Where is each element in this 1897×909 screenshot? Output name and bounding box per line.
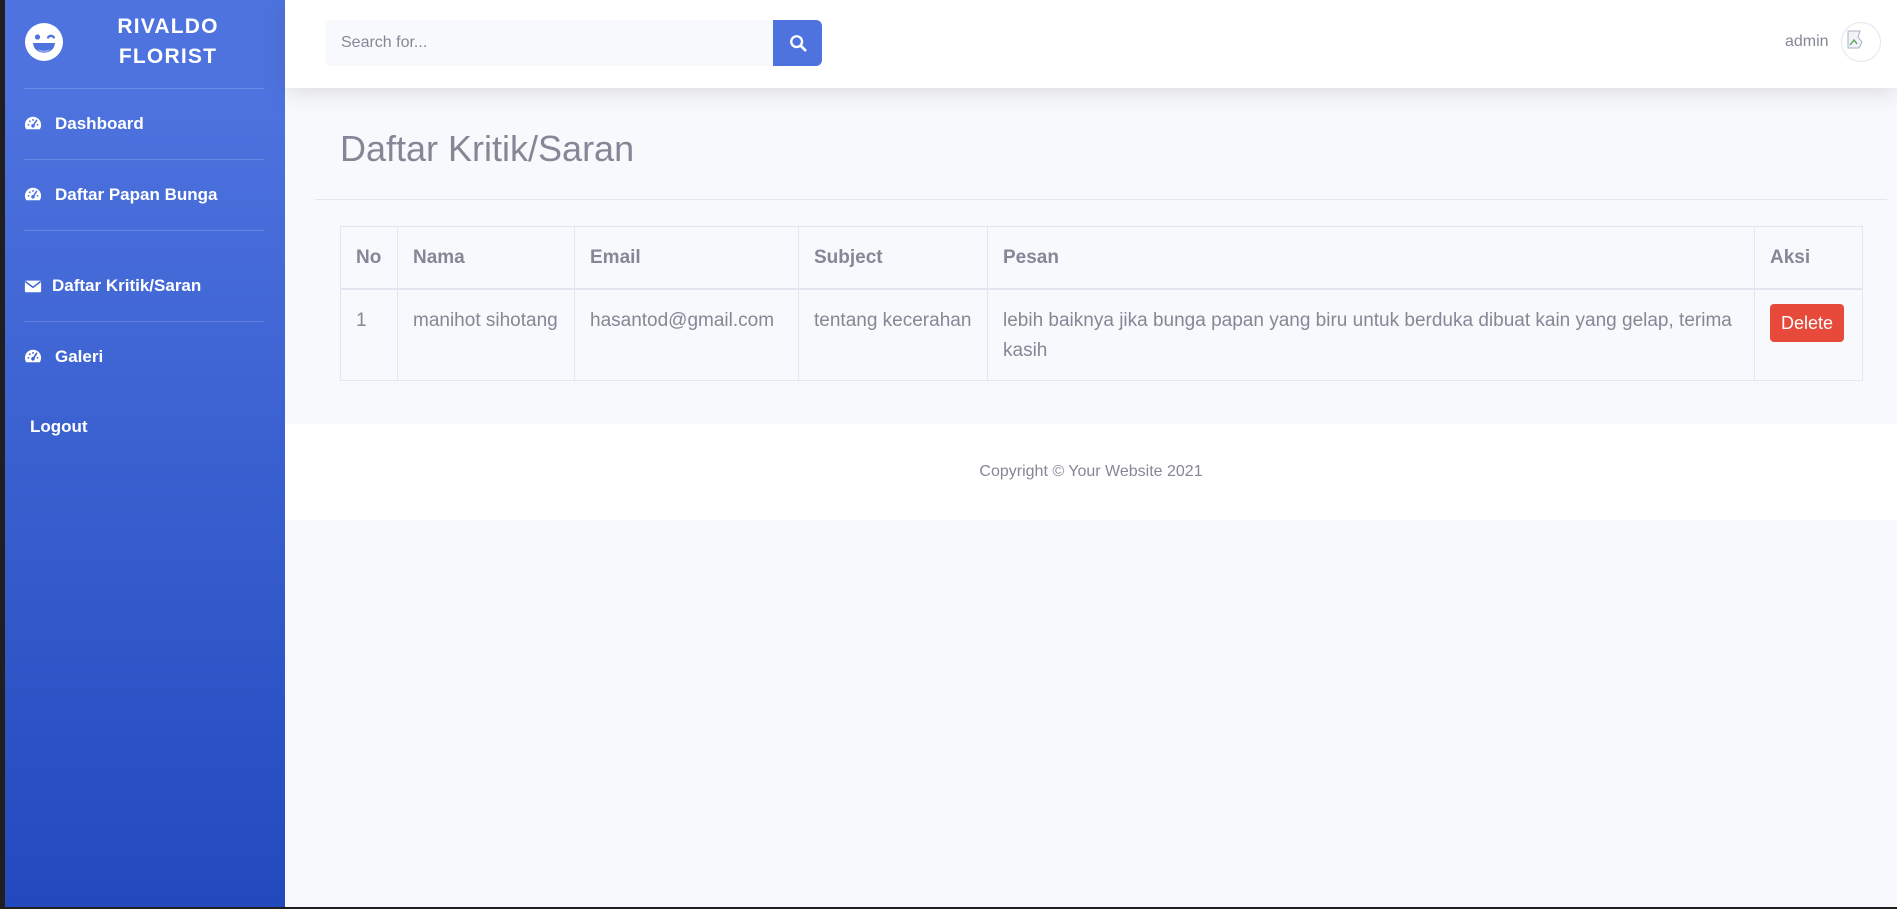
table-header-row: No Nama Email Subject Pesan Aksi xyxy=(340,226,1863,290)
copyright-text: Copyright © Your Website 2021 xyxy=(979,463,1203,480)
sidebar-item-daftar-papan-bunga[interactable]: Daftar Papan Bunga xyxy=(24,183,217,207)
cell-aksi: Delete xyxy=(1754,288,1863,381)
footer: Copyright © Your Website 2021 xyxy=(285,424,1897,520)
sidebar-divider xyxy=(24,321,264,322)
sidebar: RIVALDO FLORIST Dashboard Daftar Papan B… xyxy=(5,0,285,907)
avatar[interactable] xyxy=(1841,22,1881,62)
page-title: Daftar Kritik/Saran xyxy=(340,128,635,169)
sidebar-item-logout[interactable]: Logout xyxy=(30,415,88,439)
search-input[interactable] xyxy=(325,20,773,66)
search-button[interactable] xyxy=(773,20,822,66)
title-divider xyxy=(315,199,1887,200)
topbar: admin xyxy=(285,0,1897,88)
column-header-email: Email xyxy=(574,226,799,290)
brand-name: RIVALDO FLORIST xyxy=(93,12,243,72)
cell-no: 1 xyxy=(340,288,398,381)
sidebar-item-dashboard[interactable]: Dashboard xyxy=(24,112,144,136)
app-window: RIVALDO FLORIST Dashboard Daftar Papan B… xyxy=(5,0,1897,907)
sidebar-divider xyxy=(24,159,264,160)
envelope-icon xyxy=(24,280,42,293)
laugh-wink-icon xyxy=(25,23,63,61)
column-header-pesan: Pesan xyxy=(987,226,1755,290)
cell-email: hasantod@gmail.com xyxy=(574,288,799,381)
tachometer-icon xyxy=(24,349,42,363)
sidebar-divider xyxy=(24,88,264,89)
sidebar-item-label: Logout xyxy=(30,417,88,436)
delete-button[interactable]: Delete xyxy=(1770,304,1845,342)
search-icon xyxy=(789,35,807,52)
sidebar-divider xyxy=(24,230,264,231)
cell-subject: tentang kecerahan xyxy=(798,288,988,381)
tachometer-icon xyxy=(24,187,42,201)
column-header-no: No xyxy=(340,226,398,290)
tachometer-icon xyxy=(24,116,42,130)
sidebar-item-label: Dashboard xyxy=(55,114,144,133)
sidebar-item-galeri[interactable]: Galeri xyxy=(24,345,103,369)
sidebar-item-label: Daftar Kritik/Saran xyxy=(52,276,202,295)
brand-line-2: FLORIST xyxy=(118,45,218,68)
sidebar-item-label: Galeri xyxy=(55,347,104,366)
column-header-subject: Subject xyxy=(798,226,988,290)
sidebar-item-daftar-kritik-saran[interactable]: Daftar Kritik/Saran xyxy=(24,274,201,298)
brand-line-1: RIVALDO xyxy=(117,15,219,38)
user-name[interactable]: admin xyxy=(1785,33,1829,51)
cell-pesan: lebih baiknya jika bunga papan yang biru… xyxy=(987,288,1755,381)
column-header-aksi: Aksi xyxy=(1754,226,1863,290)
sidebar-brand[interactable]: RIVALDO FLORIST xyxy=(5,0,285,88)
broken-image-icon xyxy=(1847,30,1863,49)
column-header-nama: Nama xyxy=(397,226,575,290)
sidebar-item-label: Daftar Papan Bunga xyxy=(55,185,218,204)
table-row: 1 manihot sihotang hasantod@gmail.com te… xyxy=(340,288,1863,381)
feedback-table: No Nama Email Subject Pesan Aksi 1 manih… xyxy=(340,226,1863,381)
cell-nama: manihot sihotang xyxy=(397,288,575,381)
